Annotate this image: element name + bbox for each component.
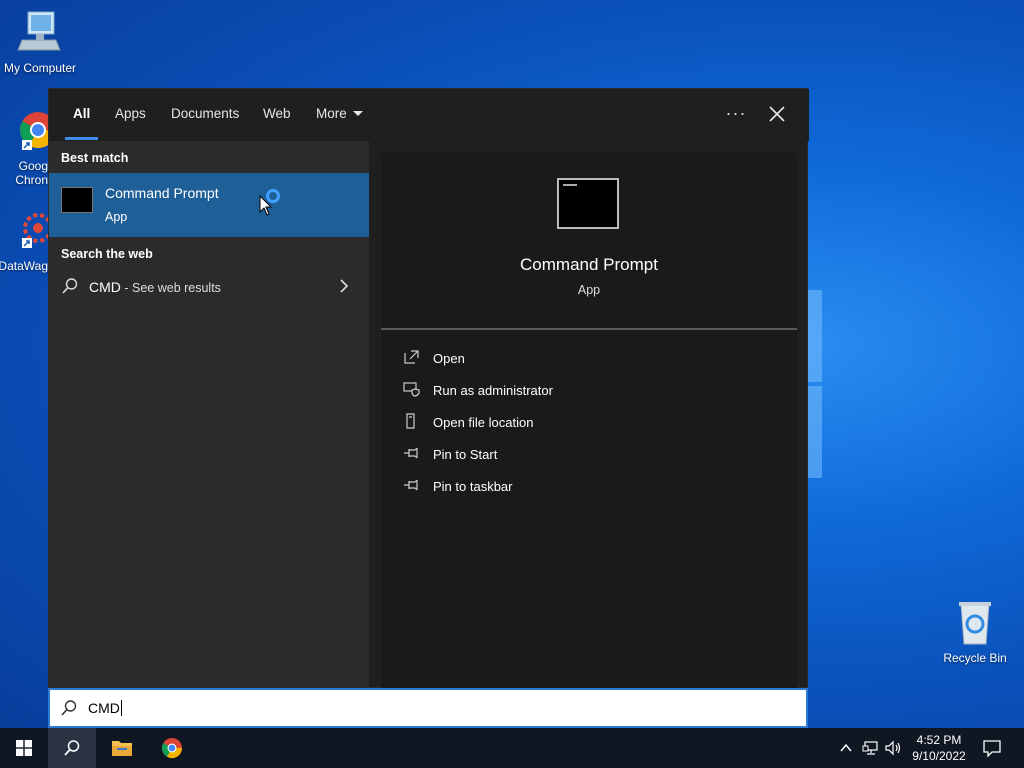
search-icon bbox=[64, 740, 80, 756]
preview-type: App bbox=[577, 283, 601, 297]
command-prompt-icon bbox=[61, 187, 93, 213]
desktop-icon-recycle-bin[interactable]: Recycle Bin bbox=[935, 600, 1015, 665]
desktop-icon-my-computer[interactable]: My Computer bbox=[0, 10, 80, 75]
desktop-icon-label: Recycle Bin bbox=[943, 651, 1007, 665]
preview-title: Command Prompt bbox=[520, 255, 658, 274]
windows-logo-icon bbox=[16, 740, 32, 756]
desktop-icon-label: Chron bbox=[15, 173, 48, 187]
folder-icon bbox=[112, 741, 132, 756]
desktop-icon-label: My Computer bbox=[3, 61, 77, 75]
mouse-cursor-icon bbox=[259, 195, 273, 216]
clock-date: 9/10/2022 bbox=[912, 749, 966, 763]
preview-divider bbox=[381, 328, 797, 330]
web-result-row[interactable]: CMD - See web results bbox=[49, 271, 369, 303]
start-button[interactable] bbox=[0, 728, 48, 768]
pin-icon bbox=[404, 447, 418, 459]
tab-all[interactable]: All bbox=[64, 89, 99, 141]
desktop-icon-label: Goog bbox=[18, 159, 48, 173]
caret-down-icon bbox=[352, 111, 363, 116]
search-query: CMD bbox=[88, 700, 120, 716]
action-label: Pin to Start bbox=[433, 447, 498, 462]
file-location-icon bbox=[406, 413, 415, 429]
result-name: Command Prompt bbox=[105, 185, 219, 201]
tab-more[interactable]: More bbox=[316, 89, 363, 141]
chevron-right-icon bbox=[340, 279, 349, 293]
web-result-text: CMD - See web results bbox=[89, 279, 221, 295]
search-tabs: All Apps Documents Web More ··· bbox=[49, 89, 809, 141]
web-result-suffix: - See web results bbox=[120, 281, 221, 295]
computer-icon bbox=[17, 11, 61, 51]
best-match-heading: Best match bbox=[61, 151, 129, 165]
tab-apps[interactable]: Apps bbox=[115, 89, 146, 141]
text-caret bbox=[120, 700, 122, 716]
notifications-icon[interactable] bbox=[982, 739, 1002, 757]
tab-web[interactable]: Web bbox=[263, 89, 291, 141]
action-label: Run as administrator bbox=[433, 383, 553, 398]
action-label: Pin to taskbar bbox=[433, 479, 513, 494]
tab-more-label: More bbox=[316, 106, 347, 121]
open-icon bbox=[404, 350, 419, 364]
volume-icon[interactable] bbox=[884, 740, 902, 756]
action-label: Open file location bbox=[433, 415, 534, 430]
search-web-heading: Search the web bbox=[61, 247, 153, 261]
search-input-text: CMD bbox=[88, 700, 122, 716]
taskbar-search-button[interactable] bbox=[48, 728, 96, 768]
search-icon bbox=[62, 278, 78, 294]
desktop-icon-label: DataWag bbox=[0, 259, 48, 273]
command-prompt-large-icon bbox=[557, 178, 619, 229]
desktop-icon-google-chrome[interactable]: Goog Chron bbox=[0, 108, 57, 187]
result-type: App bbox=[105, 210, 128, 224]
tab-documents[interactable]: Documents bbox=[171, 89, 239, 141]
search-panel: All Apps Documents Web More ··· Best mat… bbox=[48, 88, 809, 689]
chrome-icon bbox=[19, 112, 57, 150]
chevron-up-icon[interactable] bbox=[838, 741, 854, 755]
close-icon[interactable] bbox=[765, 102, 789, 126]
wallpaper-light-beam bbox=[808, 386, 822, 478]
taskbar-file-explorer[interactable] bbox=[98, 728, 146, 768]
action-label: Open bbox=[433, 351, 465, 366]
datawag-icon bbox=[22, 213, 53, 248]
search-input[interactable]: CMD bbox=[48, 688, 808, 728]
results-list: Best match Command Prompt App Search the… bbox=[49, 141, 369, 689]
taskbar-google-chrome[interactable] bbox=[148, 728, 196, 768]
best-match-result[interactable]: Command Prompt App bbox=[49, 173, 369, 237]
web-query: CMD bbox=[89, 279, 121, 295]
taskbar-clock[interactable]: 4:52 PM 9/10/2022 bbox=[905, 732, 973, 764]
chrome-icon bbox=[161, 738, 183, 759]
clock-time: 4:52 PM bbox=[916, 733, 962, 747]
search-icon bbox=[61, 700, 77, 716]
desktop-icon-datawag[interactable]: DataWag bbox=[0, 208, 53, 273]
recycle-bin-icon bbox=[959, 602, 991, 645]
preview-pane: Command Prompt App Open Run as administr… bbox=[381, 153, 797, 689]
pin-icon bbox=[404, 479, 418, 491]
taskbar: 4:52 PM 9/10/2022 bbox=[0, 728, 1024, 768]
wallpaper-light-beam bbox=[808, 290, 822, 382]
network-icon[interactable] bbox=[862, 740, 880, 756]
shield-icon bbox=[403, 382, 420, 397]
more-options-button[interactable]: ··· bbox=[724, 103, 748, 127]
